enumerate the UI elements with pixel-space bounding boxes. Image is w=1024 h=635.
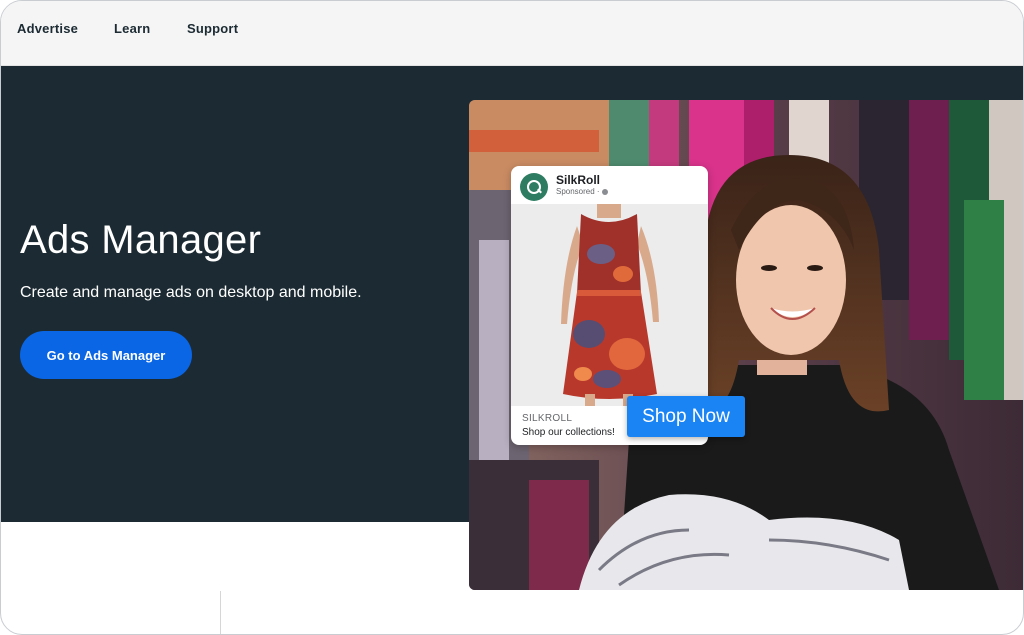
nav-support-link[interactable]: Support (187, 21, 238, 36)
nav-advertise-link[interactable]: Advertise (17, 21, 78, 36)
ad-product-image (511, 204, 708, 406)
ad-brand-name: SilkRoll (556, 173, 601, 187)
globe-icon (601, 188, 608, 195)
section-divider (220, 591, 221, 634)
page-frame: Advertise Learn Support Ads Manager Crea… (0, 0, 1024, 635)
page-title: Ads Manager (20, 218, 262, 262)
go-to-ads-manager-button[interactable]: Go to Ads Manager (20, 331, 192, 379)
ad-sponsored-label: Sponsored · (556, 187, 608, 196)
ad-caption-text: Shop our collections! (522, 427, 615, 438)
ad-caption-brand: SILKROLL (522, 413, 573, 424)
brand-logo-icon (520, 173, 548, 201)
hero-subtitle: Create and manage ads on desktop and mob… (20, 284, 362, 301)
top-navigation: Advertise Learn Support (1, 1, 1023, 66)
nav-learn-link[interactable]: Learn (114, 21, 150, 36)
dress-image (511, 204, 708, 406)
shop-now-button[interactable]: Shop Now (627, 396, 745, 437)
